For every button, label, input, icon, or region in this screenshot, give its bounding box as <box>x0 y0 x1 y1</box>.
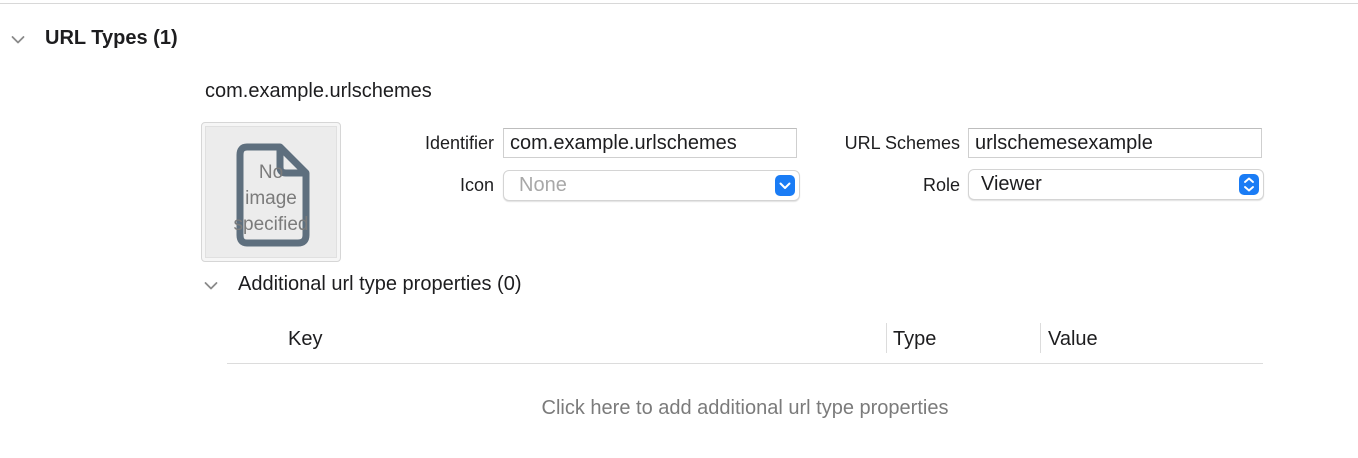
section-title[interactable]: URL Types (1) <box>45 27 178 50</box>
no-image-line-3: specified <box>233 214 309 235</box>
additional-properties-title[interactable]: Additional url type properties (0) <box>238 273 521 296</box>
identifier-field[interactable]: com.example.urlschemes <box>503 128 797 158</box>
column-separator[interactable] <box>886 323 887 353</box>
icon-label: Icon <box>459 175 494 195</box>
collapse-additional-chevron-icon[interactable] <box>204 281 218 291</box>
add-properties-hint[interactable]: Click here to add additional url type pr… <box>227 397 1263 420</box>
icon-popup[interactable]: None <box>503 170 800 201</box>
column-header-type[interactable]: Type <box>893 328 936 351</box>
url-type-name: com.example.urlschemes <box>205 80 432 102</box>
collapse-url-types-chevron-icon[interactable] <box>11 35 25 45</box>
column-separator[interactable] <box>1040 323 1041 353</box>
role-label: Role <box>922 175 960 195</box>
no-image-line-1: No <box>258 162 284 183</box>
image-well-inner: No image specified <box>205 126 337 258</box>
role-popup[interactable]: Viewer <box>968 169 1264 200</box>
up-down-arrows-icon[interactable] <box>1239 174 1259 195</box>
icon-popup-value: None <box>519 174 567 196</box>
url-schemes-field[interactable]: urlschemesexample <box>968 128 1262 158</box>
role-popup-value: Viewer <box>981 173 1042 195</box>
no-image-label: No image specified <box>206 160 336 238</box>
chevron-down-icon[interactable] <box>775 175 795 196</box>
url-types-editor: URL Types (1) com.example.urlschemes No … <box>0 0 1358 458</box>
properties-table-header: Key Type Value <box>227 320 1263 364</box>
top-divider <box>0 3 1358 4</box>
column-header-key[interactable]: Key <box>288 328 322 351</box>
image-well[interactable]: No image specified <box>201 122 341 262</box>
identifier-label: Identifier <box>424 133 494 153</box>
no-image-line-2: image <box>245 188 297 209</box>
url-schemes-label: URL Schemes <box>844 133 960 153</box>
column-header-value[interactable]: Value <box>1048 328 1098 351</box>
